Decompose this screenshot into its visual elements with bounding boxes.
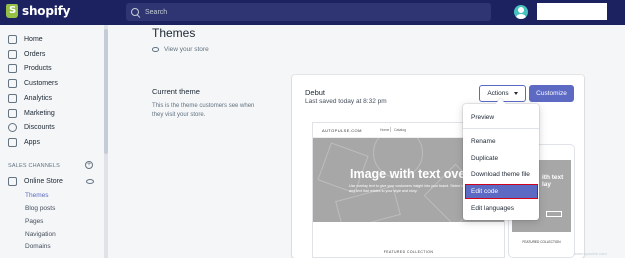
sidebar-item-label: Apps (24, 138, 40, 146)
tag-icon (8, 63, 17, 73)
discount-icon (8, 122, 17, 132)
preview-hero-subtitle: Use overlay text to give your customers … (349, 184, 475, 193)
sidebar-item-label: Home (24, 35, 43, 43)
sidebar-item-label: Orders (24, 50, 46, 58)
preview-nav-home: Home (380, 128, 390, 132)
theme-name: Debut (305, 88, 326, 97)
eye-icon[interactable] (86, 179, 94, 184)
sidebar-item-label: Online Store (24, 177, 63, 185)
mobile-hero-title: ith text lay (542, 174, 564, 188)
top-bar: shopify Search (0, 0, 625, 25)
sidebar-item-label: Customers (24, 79, 58, 87)
menu-item-edit-code[interactable]: Edit code (471, 188, 498, 195)
apps-icon (8, 137, 17, 147)
preview-nav-catalog: Catalog (394, 128, 407, 132)
menu-item-download-theme[interactable]: Download theme file (471, 171, 530, 178)
sidebar-item-home[interactable]: Home (8, 33, 43, 45)
sidebar-subitem-navigation[interactable]: Navigation (25, 231, 56, 238)
sidebar-item-marketing[interactable]: Marketing (8, 107, 55, 119)
search-input[interactable]: Search (126, 3, 491, 21)
sidebar-item-label: Marketing (24, 109, 55, 117)
store-icon (8, 176, 17, 186)
menu-item-rename[interactable]: Rename (471, 138, 496, 145)
preview-brand: AUTOPULSE.COM (322, 128, 362, 133)
view-store-link[interactable]: View your store (152, 46, 209, 53)
sidebar-item-label: Analytics (24, 94, 53, 102)
sidebar-item-products[interactable]: Products (8, 62, 52, 74)
brand-name: shopify (22, 4, 71, 18)
menu-item-duplicate[interactable]: Duplicate (471, 155, 498, 162)
mobile-hero-button (546, 211, 562, 217)
orders-icon (8, 49, 17, 59)
marketing-icon (8, 108, 17, 118)
mobile-featured-heading: FEATURED COLLECTION (522, 240, 561, 244)
menu-item-edit-languages[interactable]: Edit languages (471, 205, 514, 212)
preview-featured-heading: FEATURED COLLECTION (383, 250, 434, 254)
preview-hero-title: Image with text ove (350, 167, 466, 181)
sidebar-subitem-blog-posts[interactable]: Blog posts (25, 205, 55, 212)
page-title: Themes (152, 26, 196, 40)
sidebar-item-orders[interactable]: Orders (8, 48, 45, 60)
sidebar-scrollbar-thumb[interactable] (104, 29, 108, 154)
sidebar-subitem-themes[interactable]: Themes (25, 192, 48, 199)
avatar[interactable] (514, 5, 528, 19)
watermark: www.wpsolve.com (574, 251, 607, 256)
sidebar-item-discounts[interactable]: Discounts (8, 121, 55, 133)
sidebar-item-label: Products (24, 64, 52, 72)
actions-button[interactable]: Actions (479, 85, 526, 102)
sidebar-item-online-store[interactable]: Online Store (8, 175, 63, 187)
add-channel-icon[interactable]: + (85, 161, 93, 169)
shopify-bag-icon (6, 4, 18, 18)
shopify-logo[interactable]: shopify (6, 4, 70, 18)
customize-button[interactable]: Customize (529, 85, 574, 102)
sidebar-subitem-domains[interactable]: Domains (25, 243, 51, 250)
sidebar-item-label: Discounts (24, 123, 55, 131)
sidebar-item-customers[interactable]: Customers (8, 77, 58, 89)
sales-channels-heading: SALES CHANNELS (8, 163, 61, 169)
search-placeholder: Search (145, 8, 168, 16)
search-icon (131, 8, 139, 16)
caret-down-icon (513, 92, 518, 95)
store-name-box[interactable] (537, 3, 607, 20)
theme-saved-time: Last saved today at 8:32 pm (305, 98, 387, 105)
current-theme-heading: Current theme (152, 87, 200, 96)
sidebar-subitem-pages[interactable]: Pages (25, 218, 43, 225)
sidebar-item-apps[interactable]: Apps (8, 136, 40, 148)
menu-item-preview[interactable]: Preview (471, 114, 494, 121)
eye-icon (152, 47, 159, 52)
customers-icon (8, 78, 17, 88)
current-theme-description: This is the theme customers see when the… (152, 103, 255, 118)
view-store-label: View your store (164, 46, 209, 53)
analytics-icon (8, 93, 17, 103)
sidebar-item-analytics[interactable]: Analytics (8, 92, 52, 104)
actions-dropdown (463, 104, 539, 220)
home-icon (8, 34, 17, 44)
actions-label: Actions (487, 90, 509, 97)
